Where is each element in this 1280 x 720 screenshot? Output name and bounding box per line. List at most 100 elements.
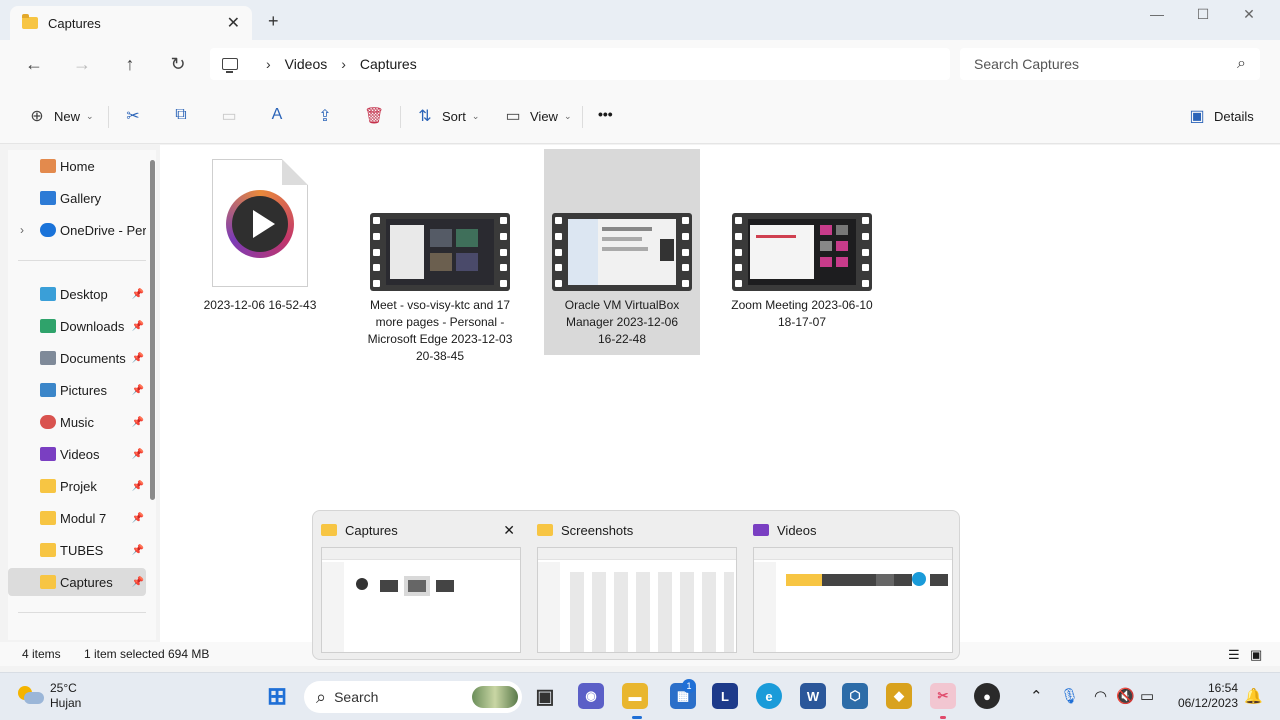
thumbnail-preview — [537, 547, 737, 653]
task-view-button[interactable]: ▣ — [532, 683, 558, 709]
system-clock[interactable]: 16:54 06/12/2023 — [1164, 681, 1238, 711]
sidebar-item-label: OneDrive - Personal — [60, 222, 146, 238]
file-item[interactable]: 2023-12-06 16-52-43 — [182, 159, 338, 314]
thumbnail-videos[interactable]: Videos — [747, 519, 953, 655]
address-bar[interactable]: › Videos › Captures — [210, 48, 950, 80]
rename-button[interactable]: A — [268, 106, 294, 124]
start-button[interactable]: ⊞ — [264, 683, 290, 710]
search-input[interactable]: Search Captures ⌕ — [960, 48, 1260, 80]
sidebar-item-downloads[interactable]: Downloads 📌 — [8, 312, 146, 340]
share-button[interactable]: ⇪ — [316, 106, 342, 126]
file-item[interactable]: Zoom Meeting 2023-06-10 18-17-07 — [724, 213, 880, 331]
cut-button[interactable]: ✂ — [124, 106, 150, 126]
pin-icon: 📌 — [131, 448, 144, 460]
details-view-icon[interactable]: ☰ — [1228, 647, 1240, 663]
obs-icon[interactable]: ● — [974, 683, 1000, 709]
close-window-button[interactable]: ✕ — [1234, 6, 1264, 23]
sidebar-item-documents[interactable]: Documents 📌 — [8, 344, 146, 372]
sidebar-item-gallery[interactable]: Gallery — [8, 184, 146, 212]
search-icon[interactable]: ⌕ — [1237, 55, 1246, 73]
breadcrumb-videos[interactable]: Videos — [285, 56, 328, 72]
chevron-down-icon: ⌄ — [563, 110, 572, 121]
active-indicator — [632, 716, 642, 719]
teams-icon[interactable]: ◉ — [578, 683, 604, 709]
snipping-tool-icon[interactable]: ✂ — [930, 683, 956, 709]
sidebar-item-onedrive[interactable]: › OneDrive - Personal — [8, 216, 146, 244]
sidebar-item-modul-7[interactable]: Modul 7 📌 — [8, 504, 146, 532]
close-tab-icon[interactable]: ✕ — [227, 13, 240, 33]
sidebar-scrollbar[interactable] — [150, 160, 155, 500]
sidebar-item-videos[interactable]: Videos 📌 — [8, 440, 146, 468]
tab-captures[interactable]: Captures ✕ — [10, 6, 252, 40]
close-icon[interactable]: ✕ — [503, 522, 515, 539]
folder-icon — [40, 575, 56, 589]
microphone-icon[interactable]: 🎙 — [1060, 687, 1079, 705]
forward-button[interactable]: → — [70, 54, 94, 75]
gallery-icon — [40, 191, 56, 205]
paste-button[interactable]: ▭ — [220, 106, 246, 126]
divider — [18, 612, 146, 613]
command-bar: ⊕ New ⌄ ✂ ⧉ ▭ A ⇪ 🗑 ⇅ Sort ⌄ ▭ View ⌄ ••… — [0, 88, 1280, 144]
sidebar-item-captures[interactable]: Captures 📌 — [8, 568, 146, 596]
file-explorer-icon[interactable]: ▬ — [622, 683, 648, 709]
expand-icon[interactable]: › — [20, 223, 24, 237]
sort-button[interactable]: ⇅ Sort ⌄ — [416, 106, 479, 126]
new-tab-button[interactable]: + — [268, 11, 279, 32]
music-icon — [40, 415, 56, 429]
chevron-right-icon[interactable]: › — [266, 56, 271, 72]
minimize-button[interactable]: — — [1142, 6, 1172, 22]
pin-icon: 📌 — [131, 320, 144, 332]
file-item[interactable]: Meet - vso-visy-ktc and 17 more pages - … — [362, 213, 518, 365]
cloud-icon — [40, 223, 56, 237]
edge-icon[interactable]: e — [756, 683, 782, 709]
sidebar-item-tubes[interactable]: TUBES 📌 — [8, 536, 146, 564]
sidebar-item-desktop[interactable]: Desktop 📌 — [8, 280, 146, 308]
delete-button[interactable]: 🗑 — [364, 106, 390, 126]
battery-icon[interactable]: ▭ — [1140, 687, 1154, 705]
thumbnail-screenshots[interactable]: Screenshots — [531, 519, 737, 655]
temperature: 25°C — [50, 681, 77, 695]
sidebar-item-music[interactable]: Music 📌 — [8, 408, 146, 436]
notification-badge: 1 — [682, 679, 696, 693]
sidebar-item-projek[interactable]: Projek 📌 — [8, 472, 146, 500]
details-button[interactable]: ▣ Details — [1188, 106, 1253, 126]
up-button[interactable]: ↑ — [118, 54, 142, 75]
virtualbox-icon[interactable]: ⬡ — [842, 683, 868, 709]
maximize-button[interactable]: ☐ — [1188, 6, 1218, 23]
back-button[interactable]: ← — [22, 54, 46, 75]
thumbnail-captures[interactable]: Captures ✕ — [315, 519, 521, 655]
more-options-button[interactable]: ••• — [598, 106, 613, 122]
breadcrumb-captures[interactable]: Captures — [360, 56, 417, 72]
weather-icon — [18, 684, 44, 708]
copy-button[interactable]: ⧉ — [172, 106, 198, 124]
sidebar-item-home[interactable]: Home — [8, 152, 146, 180]
scissors-icon: ✂ — [126, 108, 140, 125]
sort-icon: ⇅ — [418, 108, 432, 125]
folder-icon — [321, 524, 337, 536]
play-icon — [226, 190, 294, 258]
app-l-icon[interactable]: L — [712, 683, 738, 709]
new-button[interactable]: ⊕ New ⌄ — [28, 106, 93, 126]
view-label: View — [530, 108, 558, 124]
chevron-right-icon[interactable]: › — [341, 56, 346, 72]
weather-widget[interactable]: 25°C Hujan — [18, 681, 81, 711]
this-pc-icon[interactable] — [222, 58, 238, 73]
app-64-icon[interactable]: ◆ — [886, 683, 912, 709]
view-button[interactable]: ▭ View ⌄ — [504, 106, 572, 126]
notification-bell-icon[interactable]: 🔔 — [1244, 687, 1263, 705]
show-hidden-icons-icon[interactable]: ⌃ — [1030, 687, 1043, 705]
pin-icon: 📌 — [131, 544, 144, 556]
volume-muted-icon[interactable]: 🔇 — [1116, 687, 1135, 705]
refresh-button[interactable]: ↻ — [166, 54, 190, 75]
video-thumbnail-icon — [370, 213, 510, 291]
sidebar-item-pictures[interactable]: Pictures 📌 — [8, 376, 146, 404]
wifi-icon[interactable]: ◠ — [1094, 687, 1107, 705]
taskbar-search[interactable]: ⌕ Search — [304, 681, 522, 713]
trash-icon: 🗑 — [364, 108, 385, 125]
folder-icon — [40, 511, 56, 525]
pin-icon: 📌 — [131, 416, 144, 428]
file-item-selected[interactable]: Oracle VM VirtualBox Manager 2023-12-06 … — [544, 149, 700, 355]
word-icon[interactable]: W — [800, 683, 826, 709]
folder-icon — [40, 479, 56, 493]
large-icons-view-icon[interactable]: ▣ — [1250, 647, 1262, 663]
